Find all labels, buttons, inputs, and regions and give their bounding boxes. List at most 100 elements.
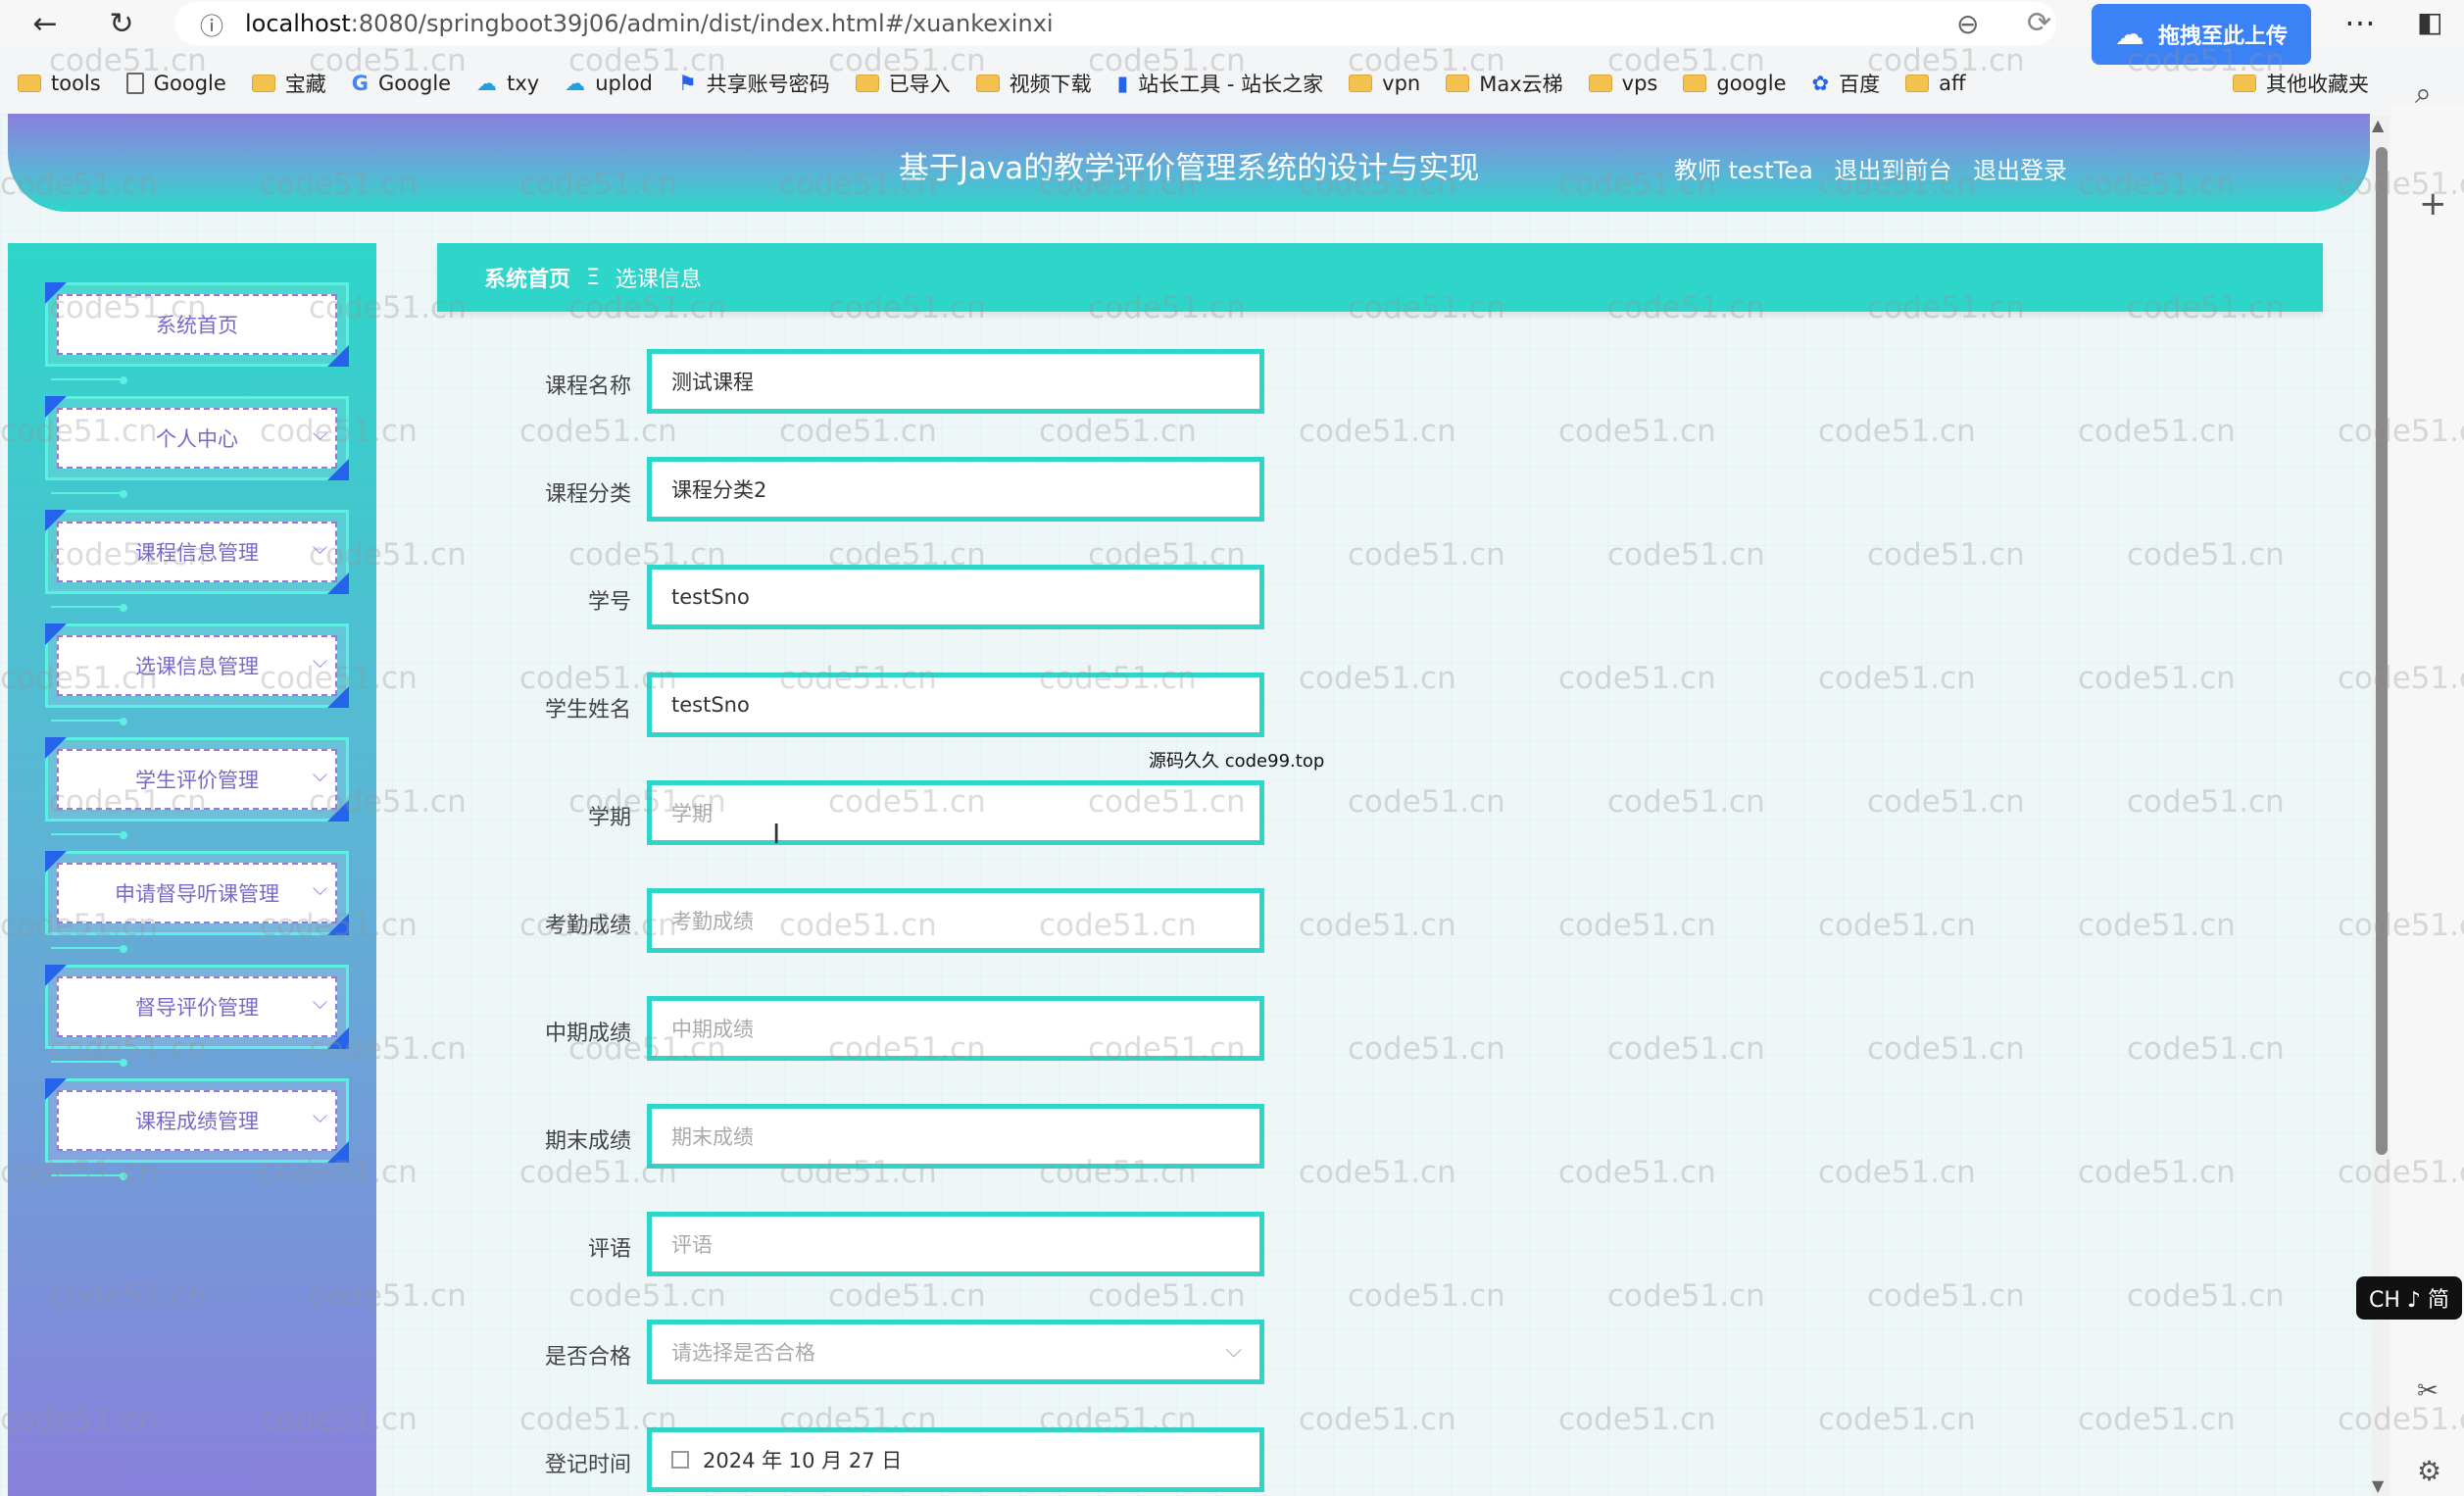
field-label: 课程分类 [544, 482, 631, 507]
chevron-down-icon: ⌵ [312, 1104, 327, 1127]
form-row-midterm: 中期成绩 中期成绩 [437, 996, 1319, 1061]
bookmark-google[interactable]: Google [125, 72, 226, 95]
bookmark-chinaz[interactable]: ▮ 站长工具 - 站长之家 [1117, 69, 1324, 98]
cloud-icon: ☁ [476, 72, 498, 95]
chevron-down-icon: ⌵ [312, 422, 327, 445]
field-label: 中期成绩 [544, 1022, 631, 1046]
semester-input[interactable]: 学期 [647, 780, 1264, 845]
folder-icon [1683, 75, 1707, 92]
folder-icon [251, 75, 275, 92]
field-label: 是否合格 [544, 1345, 631, 1370]
screenshot-icon[interactable]: ✂ [2417, 1376, 2439, 1406]
front-link[interactable]: 退出到前台 [1834, 157, 1951, 184]
logout-link[interactable]: 退出登录 [1973, 157, 2067, 184]
sidebar-item-label: 学生评价管理 [57, 749, 337, 810]
back-arrow-icon[interactable]: ← [27, 6, 63, 41]
attendance-input[interactable]: 考勤成绩 [647, 888, 1264, 953]
header-links: 教师 testTea 退出到前台 退出登录 [1674, 151, 2081, 185]
sidebar-item-home[interactable]: 系统首页 [45, 282, 349, 384]
scrollbar-thumb[interactable] [2376, 147, 2388, 1155]
form-row-final: 期末成绩 期末成绩 [437, 1104, 1319, 1169]
course-name-input[interactable]: 测试课程 [647, 349, 1264, 414]
breadcrumb-current: 选课信息 [615, 268, 702, 292]
sidebar-item-supervisor-request[interactable]: 申请督导听课管理 ⌵ [45, 851, 349, 953]
bookmark-txy[interactable]: ☁ txy [476, 72, 539, 95]
field-label: 登记时间 [544, 1453, 631, 1477]
folder-icon [855, 75, 879, 92]
comment-input[interactable]: 评语 [647, 1212, 1264, 1276]
ime-indicator[interactable]: CH ♪ 简 [2356, 1276, 2462, 1320]
student-no-input[interactable]: testSno [647, 565, 1264, 629]
register-time-picker[interactable]: 2024 年 10 月 27 日 [647, 1427, 1264, 1492]
sync-icon[interactable]: ⟳ [2027, 6, 2051, 40]
folder-icon [975, 75, 1000, 92]
course-category-input[interactable]: 课程分类2 [647, 457, 1264, 522]
field-label: 期末成绩 [544, 1129, 631, 1154]
browser-toolbar: ← ↻ ⓘ localhost:8080/springboot39j06/adm… [0, 0, 2464, 65]
final-input[interactable]: 期末成绩 [647, 1104, 1264, 1169]
breadcrumb-home[interactable]: 系统首页 [484, 262, 570, 293]
bookmark-video-download[interactable]: 视频下载 [975, 69, 1092, 98]
midterm-input[interactable]: 中期成绩 [647, 996, 1264, 1061]
google-icon: G [351, 72, 370, 95]
folder-icon [1446, 75, 1470, 92]
bookmark-google-2[interactable]: G Google [352, 72, 451, 95]
field-label: 考勤成绩 [544, 914, 631, 938]
bookmark-vpn[interactable]: vpn [1349, 72, 1420, 95]
form-row-course-category: 课程分类 课程分类2 [437, 457, 1319, 522]
sidebar-toggle-icon[interactable]: ◧ [2417, 6, 2442, 38]
plus-icon[interactable]: + [2419, 184, 2447, 224]
reload-icon[interactable]: ↻ [104, 6, 139, 41]
sidebar-item-personal-center[interactable]: 个人中心 ⌵ [45, 396, 349, 498]
bookmark-vps[interactable]: vps [1588, 72, 1657, 95]
bookmark-imported[interactable]: 已导入 [855, 69, 951, 98]
bookmark-max[interactable]: Max云梯 [1446, 69, 1563, 98]
current-user: 教师 testTea [1674, 157, 1813, 184]
chevron-down-icon: ⌵ [312, 535, 327, 559]
sidebar-item-course-info[interactable]: 课程信息管理 ⌵ [45, 510, 349, 612]
site-info-icon[interactable]: ⓘ [192, 7, 231, 41]
app-page: 基于Java的教学评价管理系统的设计与实现 教师 testTea 退出到前台 退… [0, 114, 2372, 1496]
sidebar-item-supervisor-eval[interactable]: 督导评价管理 ⌵ [45, 965, 349, 1067]
date-value: 2024 年 10 月 27 日 [703, 1449, 903, 1472]
bookmark-shared-accounts[interactable]: ⚑ 共享账号密码 [678, 69, 830, 98]
upload-button[interactable]: ☁ 拖拽至此上传 [2092, 4, 2311, 65]
overlay-caption: 源码久久 code99.top [1149, 751, 1325, 772]
chevron-down-icon: ⌵ [1225, 1338, 1242, 1363]
bookmark-aff[interactable]: aff [1905, 72, 1965, 95]
passed-select[interactable]: 请选择是否合格 ⌵ [647, 1320, 1264, 1384]
url-text: localhost:8080/springboot39j06/admin/dis… [245, 10, 1054, 37]
sidebar: 系统首页 个人中心 ⌵ 课程信息管理 ⌵ 选课信息管理 ⌵ 学生评价管理 ⌵ 申… [8, 243, 376, 1496]
more-menu-icon[interactable]: ⋯ [2344, 4, 2376, 41]
cloud-icon: ☁ [565, 72, 586, 95]
gear-icon[interactable]: ⚙ [2417, 1455, 2441, 1487]
bookmark-uplod[interactable]: ☁ uplod [565, 72, 653, 95]
sidebar-item-student-eval[interactable]: 学生评价管理 ⌵ [45, 737, 349, 839]
zoom-out-icon[interactable]: ⊖ [1956, 8, 1979, 40]
chevron-down-icon: ⌵ [312, 990, 327, 1014]
form-row-comment: 评语 评语 [437, 1212, 1319, 1276]
bookmark-google-folder[interactable]: google [1683, 72, 1787, 95]
bookmark-other[interactable]: 其他收藏夹 [2233, 63, 2369, 104]
chevron-down-icon: ⌵ [312, 876, 327, 900]
form-row-semester: 学期 学期 [437, 780, 1319, 845]
sidebar-item-label: 选课信息管理 [57, 635, 337, 696]
bookmark-baidu[interactable]: ✿ 百度 [1812, 69, 1881, 98]
folder-icon [18, 75, 41, 92]
student-name-input[interactable]: testSno [647, 673, 1264, 737]
sidebar-item-label: 申请督导听课管理 [57, 863, 337, 923]
bookmark-tools[interactable]: tools [18, 72, 101, 95]
sidebar-item-grades[interactable]: 课程成绩管理 ⌵ [45, 1078, 349, 1180]
sidebar-item-label: 系统首页 [57, 294, 337, 355]
sidebar-item-enrollment[interactable]: 选课信息管理 ⌵ [45, 623, 349, 725]
breadcrumb: 系统首页 Ξ 选课信息 [437, 243, 2323, 312]
scroll-up-arrow-icon[interactable]: ▲ [2372, 116, 2384, 134]
bookmark-baozang[interactable]: 宝藏 [251, 69, 326, 98]
chevron-down-icon: ⌵ [312, 763, 327, 786]
paw-icon: ✿ [1811, 72, 1830, 95]
address-bar[interactable]: ⓘ localhost:8080/springboot39j06/admin/d… [174, 2, 2056, 45]
breadcrumb-separator: Ξ [586, 265, 600, 290]
chart-icon: ▮ [1116, 72, 1129, 95]
scroll-down-arrow-icon[interactable]: ▼ [2372, 1476, 2384, 1495]
sidebar-item-label: 课程信息管理 [57, 522, 337, 582]
